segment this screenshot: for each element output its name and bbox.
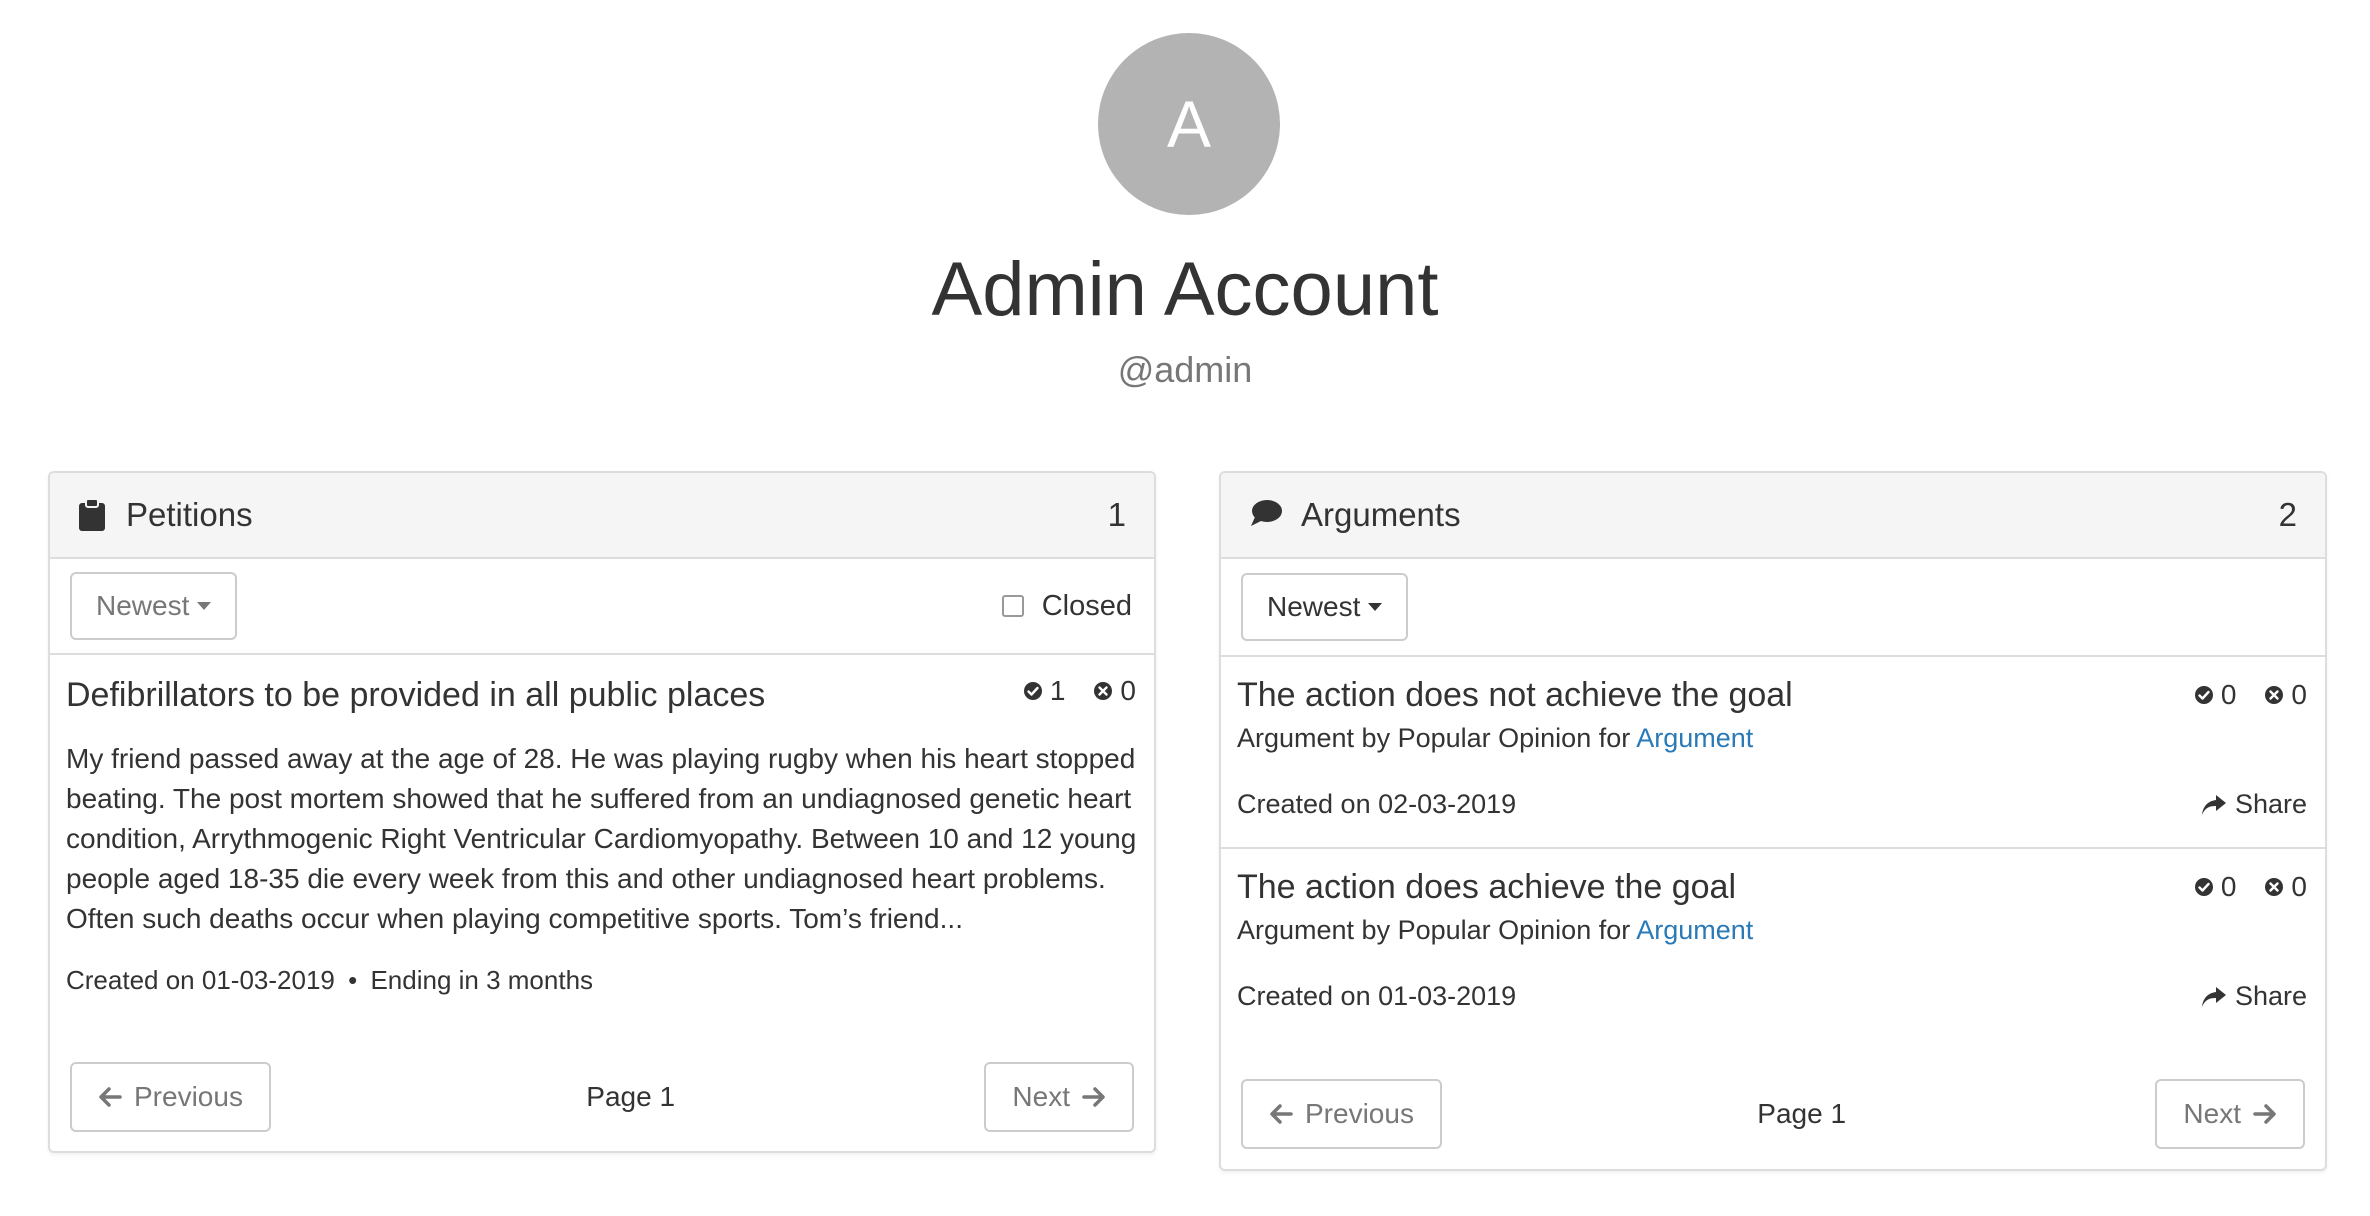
argument-link[interactable]: Argument <box>1636 915 1753 945</box>
share-arrow-icon <box>2201 986 2226 1007</box>
previous-label: Previous <box>134 1081 243 1112</box>
petition-title[interactable]: Defibrillators to be provided in all pub… <box>66 673 1138 717</box>
check-circle-icon <box>2194 686 2213 704</box>
arrow-left-icon <box>1270 1104 1293 1124</box>
share-label: Share <box>2234 789 2307 819</box>
petitions-count: 1 <box>1107 496 1126 533</box>
clipboard-icon <box>78 498 108 532</box>
arguments-title: Arguments <box>1301 496 1461 533</box>
argument-item[interactable]: The action does achieve the goal 0 0 Arg… <box>1221 849 2325 1041</box>
petition-votes: 1 0 <box>995 675 1136 707</box>
profile-name: Admin Account <box>931 247 1439 332</box>
arguments-page-label: Page 1 <box>1757 1098 1847 1129</box>
argument-title[interactable]: The action does not achieve the goal <box>1237 673 2309 717</box>
x-circle-icon <box>2265 686 2284 704</box>
avatar-initial: A <box>1166 87 1212 161</box>
x-circle-icon <box>2265 878 2284 896</box>
argument-upvotes: 0 <box>2220 679 2237 710</box>
arguments-pager: Previous Page 1 Next <box>1241 1079 2305 1149</box>
closed-checkbox[interactable] <box>1001 595 1024 617</box>
argument-downvotes: 0 <box>2291 871 2307 902</box>
arguments-sort-button[interactable]: Newest <box>1241 573 1409 641</box>
share-arrow-icon <box>2201 794 2226 815</box>
petition-ending: Ending in 3 months <box>370 965 594 995</box>
previous-label: Previous <box>1305 1098 1414 1129</box>
share-button[interactable]: Share <box>2201 789 2307 820</box>
arguments-count: 2 <box>2278 496 2297 533</box>
petitions-heading: Petitions 1 <box>50 473 1154 559</box>
petitions-previous-button[interactable]: Previous <box>70 1062 271 1132</box>
profile-handle: @admin <box>1117 349 1253 390</box>
petition-upvotes: 1 <box>1049 675 1066 706</box>
x-circle-icon <box>1094 682 1113 700</box>
meta-separator: • <box>348 965 358 995</box>
argument-item[interactable]: The action does not achieve the goal 0 0… <box>1221 657 2325 849</box>
petitions-pager: Previous Page 1 Next <box>70 1062 1134 1132</box>
argument-votes: 0 0 <box>2166 679 2307 711</box>
arguments-heading: Arguments 2 <box>1221 473 2325 559</box>
petitions-page-label: Page 1 <box>586 1081 676 1112</box>
sort-label: Newest <box>1267 591 1361 622</box>
petitions-toolbar: Newest Closed <box>50 559 1154 655</box>
argument-votes: 0 0 <box>2166 871 2307 903</box>
arrow-right-icon <box>1082 1087 1105 1107</box>
argument-upvotes: 0 <box>2220 871 2237 902</box>
petition-meta: Created on 01-03-2019 • Ending in 3 mont… <box>66 965 1138 996</box>
byline-text: Argument by Popular Opinion for <box>1237 723 1631 753</box>
arguments-previous-button[interactable]: Previous <box>1241 1079 1442 1149</box>
share-label: Share <box>2234 981 2307 1011</box>
argument-link[interactable]: Argument <box>1636 723 1753 753</box>
check-circle-icon <box>2194 878 2213 896</box>
next-label: Next <box>1012 1081 1070 1112</box>
argument-byline: Argument by Popular Opinion for Argument <box>1237 915 2309 946</box>
argument-created: Created on 02-03-2019 <box>1237 789 1517 819</box>
petition-description: My friend passed away at the age of 28. … <box>66 743 1137 934</box>
petitions-next-button[interactable]: Next <box>984 1062 1134 1132</box>
petition-item[interactable]: Defibrillators to be provided in all pub… <box>50 655 1154 996</box>
arrow-right-icon <box>2253 1104 2276 1124</box>
petition-created: Created on 01-03-2019 <box>66 965 335 995</box>
closed-filter[interactable]: Closed <box>1001 589 1132 623</box>
check-circle-icon <box>1023 682 1042 700</box>
argument-created: Created on 01-03-2019 <box>1237 981 1517 1011</box>
share-button[interactable]: Share <box>2201 981 2307 1012</box>
speech-bubble-icon <box>1249 498 1283 532</box>
arguments-next-button[interactable]: Next <box>2155 1079 2305 1149</box>
arguments-toolbar: Newest <box>1221 559 2325 657</box>
petitions-sort-button[interactable]: Newest <box>70 572 238 640</box>
argument-byline: Argument by Popular Opinion for Argument <box>1237 723 2309 754</box>
argument-title[interactable]: The action does achieve the goal <box>1237 865 2309 909</box>
caret-down-icon <box>197 602 212 610</box>
argument-downvotes: 0 <box>2291 679 2307 710</box>
avatar: A <box>1098 33 1280 215</box>
petitions-panel: Petitions 1 Newest Closed Defibrillators… <box>48 471 1156 1153</box>
arguments-panel: Arguments 2 Newest The action does not a… <box>1219 471 2327 1171</box>
next-label: Next <box>2183 1098 2241 1129</box>
sort-label: Newest <box>96 590 190 621</box>
byline-text: Argument by Popular Opinion for <box>1237 915 1631 945</box>
arrow-left-icon <box>99 1087 122 1107</box>
petitions-title: Petitions <box>126 496 253 533</box>
petition-downvotes: 0 <box>1120 675 1136 706</box>
closed-label: Closed <box>1041 589 1132 622</box>
caret-down-icon <box>1368 603 1383 611</box>
